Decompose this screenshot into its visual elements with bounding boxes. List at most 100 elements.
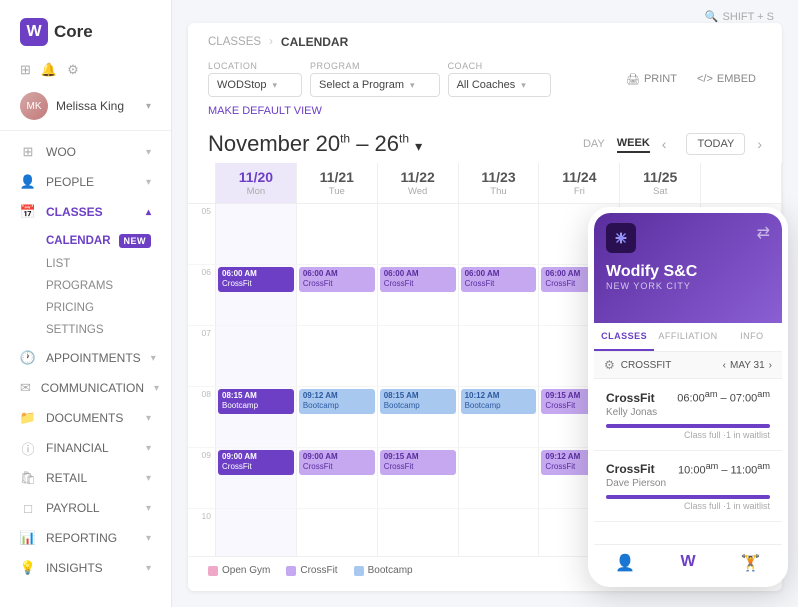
cell-09-3[interactable] xyxy=(459,448,540,508)
sidebar-item-payroll[interactable]: □ PAYROLL ▾ xyxy=(0,493,171,523)
phone-bottom-tab-profile[interactable]: 👤 xyxy=(594,545,657,581)
program-select[interactable]: Select a Program xyxy=(310,73,440,97)
event-09-1[interactable]: 09:00 AM CrossFit xyxy=(299,450,375,475)
cell-09-2[interactable]: 09:15 AM CrossFit xyxy=(378,448,459,508)
reporting-icon: 📊 xyxy=(20,530,36,546)
phone-bottom-tab-barbell[interactable]: 🏋 xyxy=(719,545,782,581)
coach-select[interactable]: All Coaches xyxy=(448,73,551,97)
class-name-0: CrossFit xyxy=(606,391,655,405)
event-06-3[interactable]: 06:00 AM CrossFit xyxy=(461,267,537,292)
sidebar-item-insights[interactable]: 💡 INSIGHTS ▾ xyxy=(0,553,171,583)
subnav-calendar[interactable]: CALENDAR NEW xyxy=(0,229,171,253)
sidebar-item-woo[interactable]: ⊞ WOO ▾ xyxy=(0,137,171,167)
financial-icon: ⓘ xyxy=(20,440,36,456)
coach-value: All Coaches xyxy=(457,79,516,91)
class-card-0[interactable]: CrossFit 06:00am – 07:00am Kelly Jonas C… xyxy=(594,379,782,451)
filter-next-icon[interactable]: › xyxy=(769,360,772,371)
cell-09-1[interactable]: 09:00 AM CrossFit xyxy=(297,448,378,508)
event-08-3[interactable]: 10:12 AM Bootcamp xyxy=(461,389,537,414)
search-hint[interactable]: 🔍 SHIFT + S xyxy=(705,10,774,23)
phone-filter-bar: ⚙ CROSSFIT ‹ MAY 31 › xyxy=(594,352,782,379)
cell-05-0[interactable] xyxy=(216,204,297,264)
sidebar-item-people[interactable]: 👤 PEOPLE ▾ xyxy=(0,167,171,197)
embed-button[interactable]: </> EMBED xyxy=(691,69,762,89)
prev-week-button[interactable]: ‹ xyxy=(662,136,667,152)
cell-06-3[interactable]: 06:00 AM CrossFit xyxy=(459,265,540,325)
subnav-list[interactable]: LIST xyxy=(0,253,171,275)
day-date-5: 11/25 xyxy=(624,169,696,185)
cell-09-0[interactable]: 09:00 AM CrossFit xyxy=(216,448,297,508)
subnav-programs[interactable]: PROGRAMS xyxy=(0,275,171,297)
cell-07-1[interactable] xyxy=(297,326,378,386)
event-08-2[interactable]: 08:15 AM Bootcamp xyxy=(380,389,456,414)
cell-10-2[interactable] xyxy=(378,509,459,556)
cell-05-2[interactable] xyxy=(378,204,459,264)
payroll-icon: □ xyxy=(20,500,36,516)
cell-08-3[interactable]: 10:12 AM Bootcamp xyxy=(459,387,540,447)
calendar-dropdown-icon[interactable]: ▾ xyxy=(415,138,422,154)
sidebar-item-classes[interactable]: 📅 CLASSES ▴ xyxy=(0,197,171,227)
today-button[interactable]: TODAY xyxy=(686,133,745,155)
cell-06-0[interactable]: 06:00 AM CrossFit xyxy=(216,265,297,325)
sidebar-item-reporting[interactable]: 📊 REPORTING ▾ xyxy=(0,523,171,553)
sidebar-item-communication[interactable]: ✉ COMMUNICATION ▾ xyxy=(0,373,171,403)
filter-gear-icon[interactable]: ⚙ xyxy=(604,358,615,372)
class-bar-0 xyxy=(606,424,770,428)
event-09-0[interactable]: 09:00 AM CrossFit xyxy=(218,450,294,475)
phone-tab-affiliation[interactable]: AFFILIATION xyxy=(654,323,721,351)
class-card-1[interactable]: CrossFit 10:00am – 11:00am Dave Pierson … xyxy=(594,451,782,523)
cell-10-0[interactable] xyxy=(216,509,297,556)
phone-inner: Wodify S&C NEW YORK CITY ⇄ CLASSES AFFIL… xyxy=(594,213,782,581)
tab-week[interactable]: WEEK xyxy=(617,135,650,153)
cell-07-2[interactable] xyxy=(378,326,459,386)
class-waitlist-0: 1 in waitlist xyxy=(726,430,770,440)
nav-label-appointments: APPOINTMENTS xyxy=(46,351,141,365)
cell-08-0[interactable]: 08:15 AM Bootcamp xyxy=(216,387,297,447)
subnav-pricing[interactable]: PRICING xyxy=(0,297,171,319)
cell-06-1[interactable]: 06:00 AM CrossFit xyxy=(297,265,378,325)
event-06-2[interactable]: 06:00 AM CrossFit xyxy=(380,267,456,292)
event-08-0a[interactable]: 08:15 AM Bootcamp xyxy=(218,389,294,414)
breadcrumb-parent[interactable]: CLASSES xyxy=(208,36,261,48)
next-week-button[interactable]: › xyxy=(757,136,762,152)
event-06-1[interactable]: 06:00 AM CrossFit xyxy=(299,267,375,292)
cell-08-2[interactable]: 08:15 AM Bootcamp xyxy=(378,387,459,447)
woo-icon: ⊞ xyxy=(20,144,36,160)
time-label-09: 09 xyxy=(188,448,216,508)
top-bar: 🔍 SHIFT + S xyxy=(172,0,798,23)
sidebar-item-financial[interactable]: ⓘ FINANCIAL ▾ xyxy=(0,433,171,463)
cell-07-0[interactable] xyxy=(216,326,297,386)
cell-10-1[interactable] xyxy=(297,509,378,556)
cell-07-3[interactable] xyxy=(459,326,540,386)
cell-06-2[interactable]: 06:00 AM CrossFit xyxy=(378,265,459,325)
cell-10-3[interactable] xyxy=(459,509,540,556)
user-row[interactable]: MK Melissa King ▾ xyxy=(0,86,171,131)
filter-prev-icon[interactable]: ‹ xyxy=(723,360,726,371)
legend-label-opengym: Open Gym xyxy=(222,565,270,576)
subnav-settings[interactable]: SETTINGS xyxy=(0,319,171,341)
event-09-2[interactable]: 09:15 AM CrossFit xyxy=(380,450,456,475)
phone-tab-classes[interactable]: CLASSES xyxy=(594,323,654,351)
cell-08-1[interactable]: 09:12 AM Bootcamp xyxy=(297,387,378,447)
nav-label-documents: DOCUMENTS xyxy=(46,411,136,425)
print-button[interactable]: 🖨 PRINT xyxy=(620,69,683,90)
bell-icon[interactable]: 🔔 xyxy=(41,62,57,78)
tab-day[interactable]: DAY xyxy=(583,136,605,152)
cell-05-3[interactable] xyxy=(459,204,540,264)
event-time: 08:15 AM xyxy=(222,391,290,401)
event-08-1[interactable]: 09:12 AM Bootcamp xyxy=(299,389,375,414)
sidebar-item-documents[interactable]: 📁 DOCUMENTS ▾ xyxy=(0,403,171,433)
default-view-link[interactable]: MAKE DEFAULT VIEW xyxy=(188,105,782,125)
sidebar-item-appointments[interactable]: 🕐 APPOINTMENTS ▾ xyxy=(0,343,171,373)
phone-bottom-tab-w[interactable]: W xyxy=(657,545,720,581)
sidebar-item-retail[interactable]: 🛍 RETAIL ▾ xyxy=(0,463,171,493)
nav-label-retail: RETAIL xyxy=(46,471,136,485)
cell-05-1[interactable] xyxy=(297,204,378,264)
filter-label[interactable]: CROSSFIT xyxy=(621,360,717,371)
gear-icon[interactable]: ⚙ xyxy=(67,62,79,78)
location-select[interactable]: WODStop xyxy=(208,73,302,97)
event-06-0[interactable]: 06:00 AM CrossFit xyxy=(218,267,294,292)
phone-tab-info[interactable]: INFO xyxy=(722,323,782,351)
grid-icon[interactable]: ⊞ xyxy=(20,62,31,78)
event-time: 09:00 AM xyxy=(303,452,371,462)
